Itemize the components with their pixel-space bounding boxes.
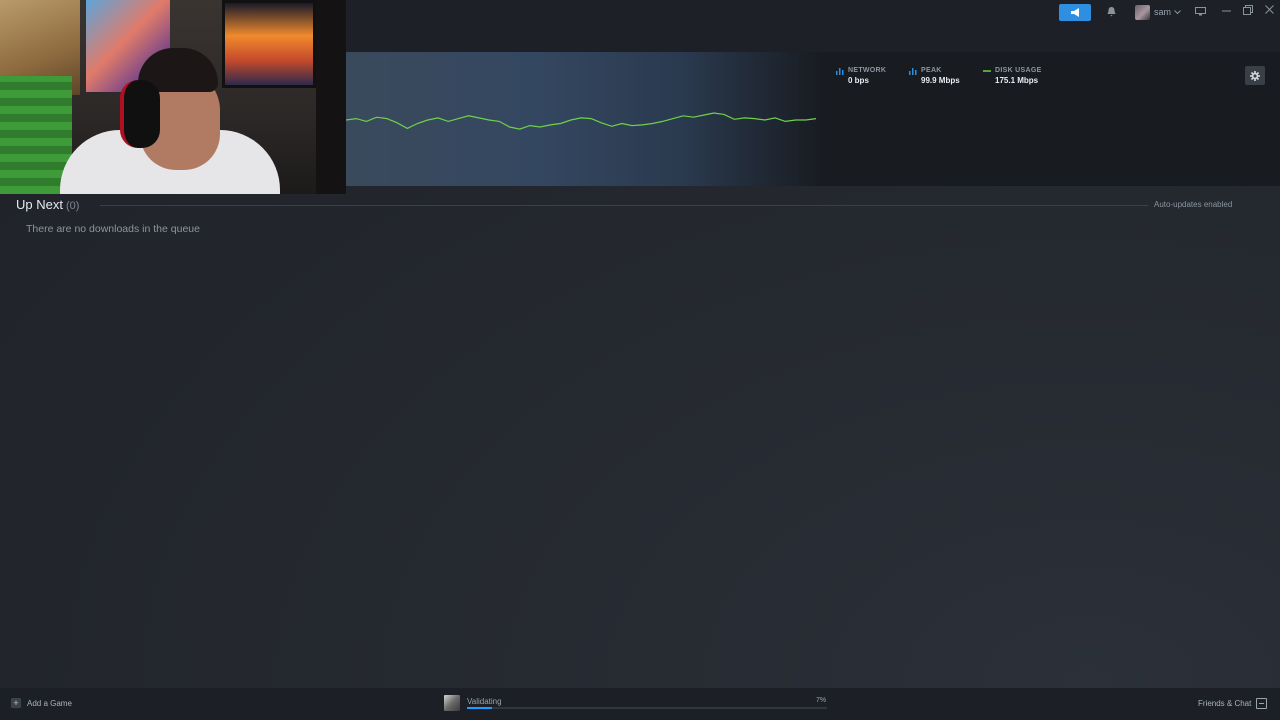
restore-icon[interactable]: [1243, 5, 1253, 18]
disk-usage-stat: DISK USAGE 175.1 Mbps: [983, 67, 1042, 85]
download-settings-button[interactable]: [1245, 66, 1265, 85]
empty-queue-message: There are no downloads in the queue: [26, 223, 200, 235]
peak-stat: PEAK 99.9 Mbps: [909, 67, 960, 85]
peak-value: 99.9 Mbps: [921, 76, 960, 85]
chat-icon: [1256, 698, 1268, 709]
headphones: [120, 80, 160, 148]
bandwidth-graph: [346, 112, 817, 130]
bell-icon[interactable]: [1107, 7, 1116, 20]
disk-usage-label: DISK USAGE: [995, 67, 1042, 74]
up-next-title: Up Next: [16, 197, 63, 212]
up-next-heading: Up Next (0): [16, 197, 79, 212]
network-stat: NETWORK 0 bps: [836, 67, 886, 85]
friends-chat-button[interactable]: Friends & Chat: [1198, 698, 1268, 709]
monitor-icon[interactable]: [1195, 7, 1206, 19]
download-percent: 7%: [816, 697, 827, 704]
webcam-overlay: [0, 0, 346, 194]
download-status[interactable]: Validating: [467, 697, 502, 706]
plus-icon: +: [11, 698, 21, 708]
friends-chat-label: Friends & Chat: [1198, 699, 1252, 708]
username-label[interactable]: sam: [1154, 7, 1171, 17]
gear-icon: [1250, 70, 1260, 81]
webcam-shadow: [316, 0, 346, 194]
megaphone-icon: [1070, 8, 1079, 17]
section-divider: [100, 205, 1148, 206]
auto-updates-status[interactable]: Auto-updates enabled: [1154, 200, 1232, 209]
add-game-label: Add a Game: [27, 698, 72, 708]
avatar[interactable]: [1135, 5, 1150, 20]
close-icon[interactable]: [1265, 5, 1274, 15]
poster: [222, 0, 316, 88]
bar-chart-icon: [836, 68, 844, 75]
chevron-down-icon[interactable]: [1174, 8, 1181, 18]
download-progress-fill: [467, 707, 493, 709]
bar-chart-icon: [909, 68, 917, 75]
add-game-button[interactable]: + Add a Game: [11, 698, 72, 708]
game-thumbnail[interactable]: [444, 695, 460, 711]
download-progress-bar[interactable]: [467, 707, 827, 709]
minimize-icon[interactable]: [1222, 3, 1231, 13]
announcement-button[interactable]: [1059, 4, 1091, 21]
disk-usage-series-line: [346, 112, 817, 130]
bottom-bar: [0, 688, 1280, 720]
up-next-count: (0): [65, 200, 80, 212]
network-value: 0 bps: [848, 76, 869, 85]
line-legend-icon: [983, 70, 991, 72]
disk-usage-value: 175.1 Mbps: [995, 76, 1039, 85]
